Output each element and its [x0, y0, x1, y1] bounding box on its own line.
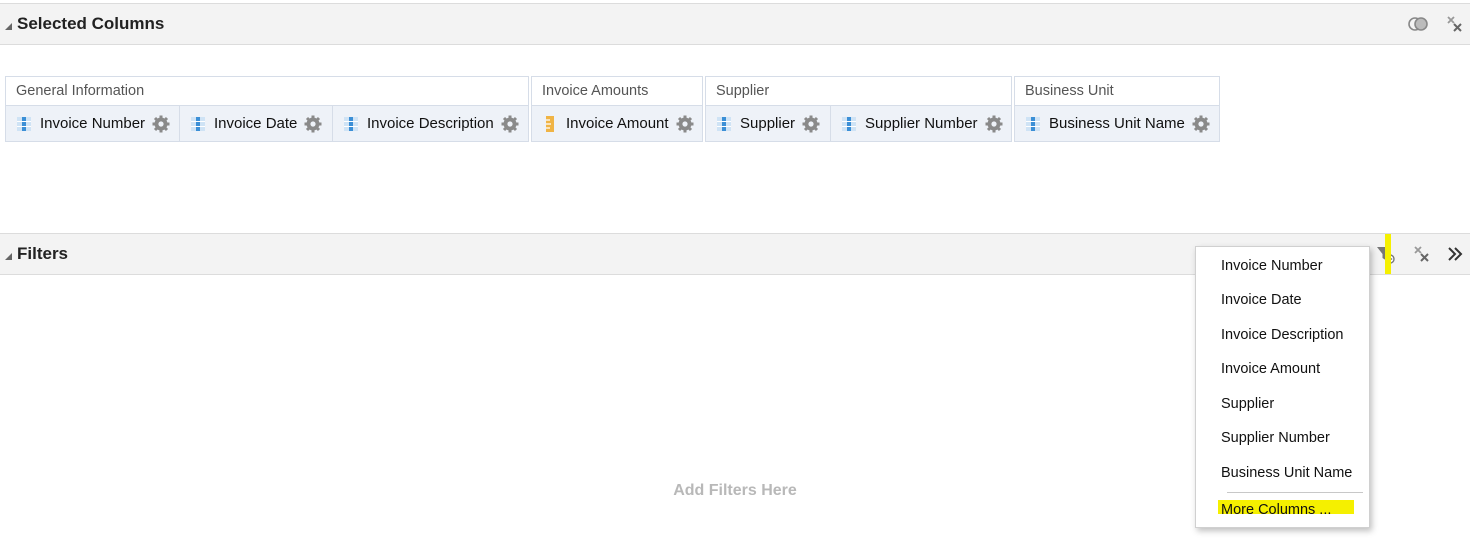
selected-columns-grid: General Information Invoice Number Invoi… [5, 76, 1222, 142]
gear-icon[interactable] [1191, 114, 1211, 134]
add-filter-menu: Invoice Number Invoice Date Invoice Desc… [1195, 246, 1370, 528]
column-label: Business Unit Name [1049, 115, 1185, 132]
column-icon [842, 116, 856, 131]
group-business-unit: Business Unit Business Unit Name [1014, 76, 1220, 142]
remove-all-filters-icon[interactable] [1410, 243, 1432, 265]
column-invoice-number[interactable]: Invoice Number [6, 106, 180, 141]
column-label: Supplier Number [865, 115, 978, 132]
menu-item-business-unit-name[interactable]: Business Unit Name [1221, 465, 1352, 481]
gear-icon[interactable] [500, 114, 520, 134]
selected-columns-toolbar [1407, 4, 1470, 44]
column-business-unit-name[interactable]: Business Unit Name [1015, 106, 1219, 141]
filters-title: Filters [17, 244, 69, 263]
gear-icon[interactable] [801, 114, 821, 134]
measure-icon [546, 115, 554, 132]
column-label: Invoice Date [214, 115, 298, 132]
menu-item-supplier[interactable]: Supplier [1221, 396, 1274, 412]
menu-item-invoice-amount[interactable]: Invoice Amount [1221, 361, 1320, 377]
column-supplier[interactable]: Supplier [706, 106, 831, 141]
column-icon [17, 116, 31, 131]
menu-item-invoice-description[interactable]: Invoice Description [1221, 327, 1344, 343]
column-icon [717, 116, 731, 131]
column-label: Invoice Number [40, 115, 146, 132]
column-label: Supplier [740, 115, 796, 132]
column-invoice-description[interactable]: Invoice Description [333, 106, 528, 141]
page: Selected Columns General Information Inv… [0, 0, 1470, 551]
remove-all-columns-icon[interactable] [1443, 13, 1465, 35]
column-label: Invoice Amount [566, 115, 669, 132]
collapse-triangle-icon[interactable] [5, 22, 12, 30]
gear-icon[interactable] [303, 114, 323, 134]
expand-chevron-icon[interactable] [1444, 243, 1466, 265]
group-general-information: General Information Invoice Number Invoi… [5, 76, 529, 142]
column-supplier-number[interactable]: Supplier Number [831, 106, 1011, 141]
selected-columns-title: Selected Columns [17, 14, 165, 33]
group-title: Invoice Amounts [532, 77, 702, 106]
menu-item-invoice-number[interactable]: Invoice Number [1221, 258, 1323, 274]
group-title: General Information [6, 77, 528, 106]
gear-icon[interactable] [984, 114, 1004, 134]
column-label: Invoice Description [367, 115, 494, 132]
highlight-marker [1385, 234, 1391, 274]
menu-item-supplier-number[interactable]: Supplier Number [1221, 430, 1330, 446]
column-invoice-date[interactable]: Invoice Date [180, 106, 333, 141]
menu-separator [1227, 492, 1363, 493]
selected-columns-header: Selected Columns [0, 3, 1470, 45]
menu-item-more-columns[interactable]: More Columns ... [1221, 502, 1331, 518]
column-invoice-amount[interactable]: Invoice Amount [532, 106, 702, 141]
column-icon [191, 116, 205, 131]
gear-icon[interactable] [675, 114, 695, 134]
menu-item-invoice-date[interactable]: Invoice Date [1221, 292, 1302, 308]
group-title: Business Unit [1015, 77, 1219, 106]
collapse-triangle-icon[interactable] [5, 252, 12, 260]
group-invoice-amounts: Invoice Amounts Invoice Amount [531, 76, 703, 142]
column-icon [344, 116, 358, 131]
column-icon [1026, 116, 1040, 131]
group-supplier: Supplier Supplier Supplier Number [705, 76, 1012, 142]
gear-icon[interactable] [151, 114, 171, 134]
group-title: Supplier [706, 77, 1011, 106]
toggle-view-icon[interactable] [1407, 13, 1429, 35]
